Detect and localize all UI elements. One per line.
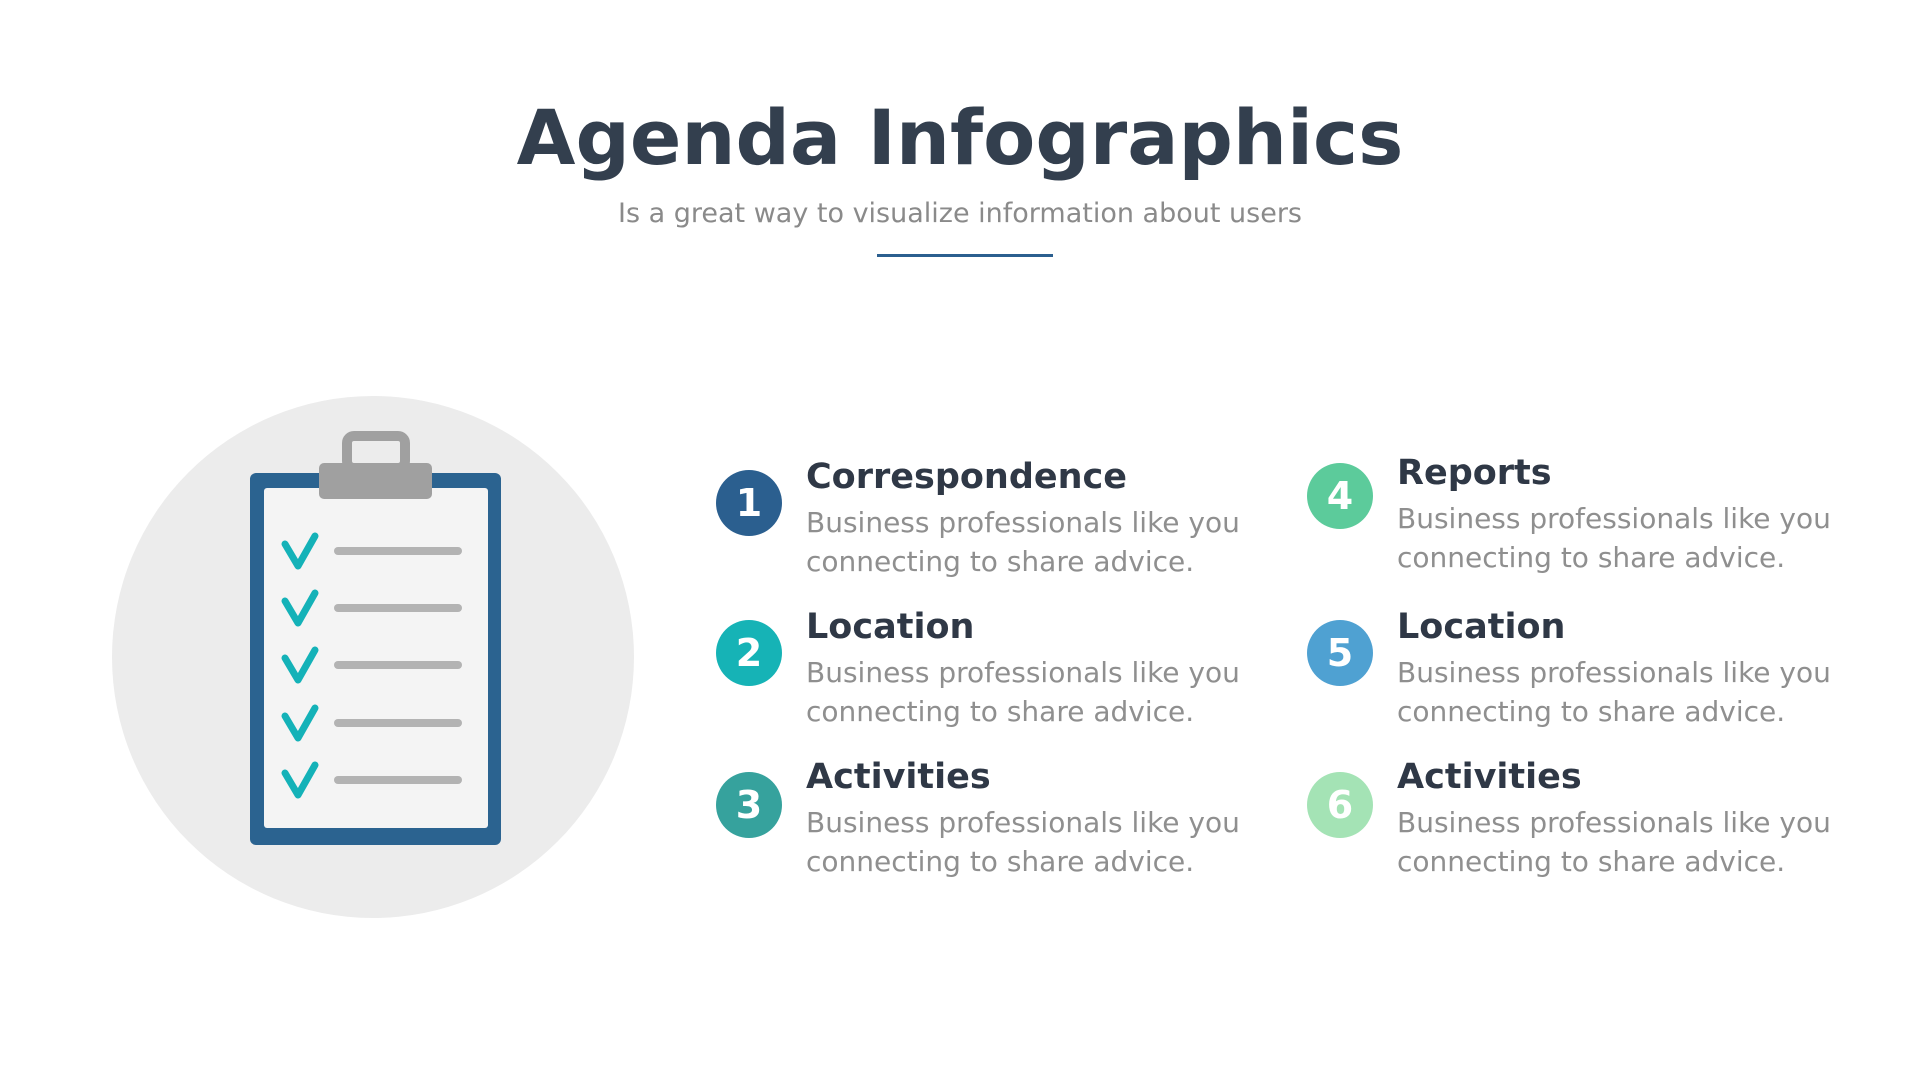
number-badge-1: 1 xyxy=(716,470,782,536)
agenda-item-3: 3 Activities Business professionals like… xyxy=(716,755,1256,895)
agenda-item-title: Activities xyxy=(1397,757,1582,797)
agenda-item-description: Business professionals like you connecti… xyxy=(806,806,1240,878)
number-badge-6: 6 xyxy=(1307,772,1373,838)
agenda-item-description: Business professionals like you connecti… xyxy=(1397,656,1831,728)
agenda-item-title: Correspondence xyxy=(806,457,1128,497)
agenda-item-description: Business professionals like you connecti… xyxy=(806,656,1240,728)
number-badge-2: 2 xyxy=(716,620,782,686)
agenda-item-title: Location xyxy=(1397,607,1566,647)
agenda-item-title: Location xyxy=(806,607,975,647)
page-title: Agenda Infographics xyxy=(516,93,1404,182)
agenda-item-5: 5 Location Business professionals like y… xyxy=(1307,605,1847,745)
agenda-item-title: Reports xyxy=(1397,453,1552,493)
agenda-item-title: Activities xyxy=(806,757,991,797)
agenda-item-4: 4 Reports Business professionals like yo… xyxy=(1307,451,1847,591)
agenda-item-description: Business professionals like you connecti… xyxy=(806,506,1240,578)
number-badge-3: 3 xyxy=(716,772,782,838)
agenda-item-2: 2 Location Business professionals like y… xyxy=(716,605,1256,745)
clipboard-clip xyxy=(319,463,432,499)
clipboard-checklist-icon xyxy=(112,396,634,918)
number-badge-4: 4 xyxy=(1307,463,1373,529)
title-divider xyxy=(877,254,1053,257)
agenda-item-description: Business professionals like you connecti… xyxy=(1397,502,1831,574)
agenda-item-description: Business professionals like you connecti… xyxy=(1397,806,1831,878)
agenda-item-1: 1 Correspondence Business professionals … xyxy=(716,455,1256,595)
page-subtitle: Is a great way to visualize information … xyxy=(617,198,1303,229)
agenda-item-6: 6 Activities Business professionals like… xyxy=(1307,755,1847,895)
number-badge-5: 5 xyxy=(1307,620,1373,686)
